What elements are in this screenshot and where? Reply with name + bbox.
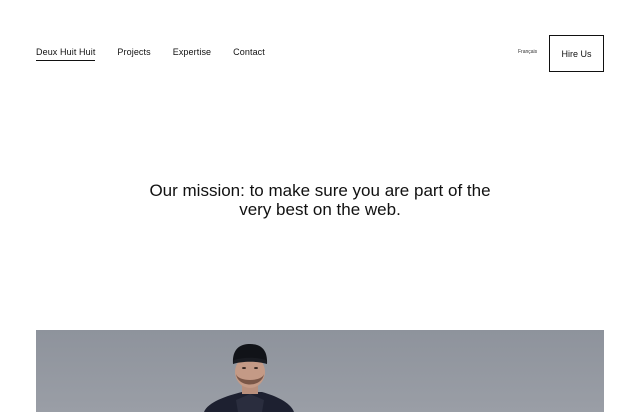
main-nav: Deux Huit Huit Projects Expertise Contac…: [36, 46, 265, 61]
nav-link-projects[interactable]: Projects: [117, 46, 150, 61]
nav-link-expertise[interactable]: Expertise: [173, 46, 211, 61]
hire-us-button[interactable]: Hire Us: [549, 35, 604, 72]
language-switch-link[interactable]: Français: [518, 49, 537, 55]
mission-line-2: very best on the web.: [239, 200, 401, 219]
mission-statement: Our mission: to make sure you are part o…: [0, 181, 640, 219]
brand-home-link[interactable]: Deux Huit Huit: [36, 46, 96, 61]
page: Deux Huit Huit Projects Expertise Contac…: [0, 0, 640, 412]
site-header: Deux Huit Huit Projects Expertise Contac…: [0, 0, 640, 90]
nav-link-contact[interactable]: Contact: [233, 46, 265, 61]
hero-image: [36, 330, 604, 412]
mission-line-1: Our mission: to make sure you are part o…: [149, 181, 491, 200]
person-portrait-image: [204, 344, 294, 412]
